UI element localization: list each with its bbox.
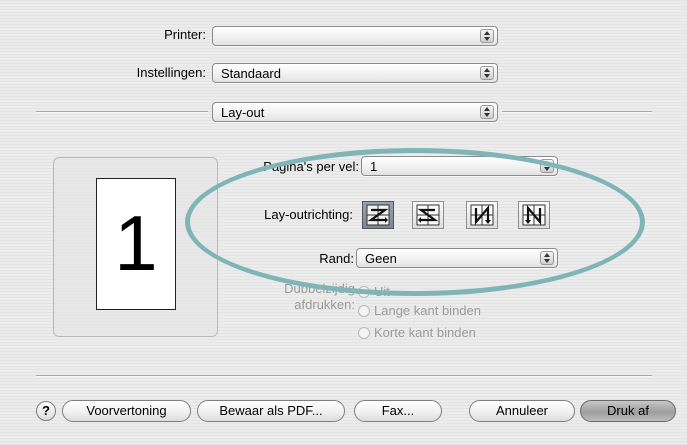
duplex-label-line2: afdrukken: bbox=[294, 297, 355, 312]
s-reverse-direction-icon bbox=[416, 204, 440, 226]
popup-arrows-icon bbox=[480, 105, 494, 119]
panel-value: Lay-out bbox=[221, 105, 265, 120]
fax-button[interactable]: Fax... bbox=[354, 400, 442, 422]
pages-per-sheet-label: Pagina's per vel: bbox=[263, 159, 359, 174]
settings-value: Standaard bbox=[221, 66, 281, 81]
n-reverse-direction-icon bbox=[470, 204, 494, 226]
cancel-button[interactable]: Annuleer bbox=[469, 400, 575, 422]
duplex-short-edge-radio[interactable] bbox=[358, 327, 370, 339]
printer-popup[interactable] bbox=[212, 26, 498, 46]
popup-arrows-icon bbox=[540, 251, 554, 265]
layout-direction-label: Lay-outrichting: bbox=[264, 207, 353, 222]
settings-popup[interactable]: Standaard bbox=[212, 63, 498, 83]
settings-label: Instellingen: bbox=[136, 65, 206, 80]
duplex-long-edge-label: Lange kant binden bbox=[374, 303, 481, 318]
printer-label: Printer: bbox=[164, 27, 206, 42]
pages-per-sheet-popup[interactable]: 1 bbox=[361, 156, 558, 176]
bottom-separator bbox=[36, 375, 652, 376]
duplex-short-edge-label: Korte kant binden bbox=[374, 325, 476, 340]
n-direction-icon bbox=[522, 204, 546, 226]
duplex-label-line1: Dubbelzijdig bbox=[284, 281, 355, 296]
border-label: Rand: bbox=[319, 251, 354, 266]
direction-z-button[interactable] bbox=[362, 201, 394, 229]
direction-n-reverse-button[interactable] bbox=[466, 201, 498, 229]
duplex-long-edge-radio[interactable] bbox=[358, 305, 370, 317]
separator-right bbox=[502, 111, 652, 112]
print-button[interactable]: Druk af bbox=[580, 400, 676, 422]
border-value: Geen bbox=[365, 251, 397, 266]
duplex-off-label: Uit bbox=[374, 284, 390, 299]
help-button[interactable]: ? bbox=[36, 401, 56, 421]
direction-n-button[interactable] bbox=[518, 201, 550, 229]
save-as-pdf-button[interactable]: Bewaar als PDF... bbox=[197, 400, 345, 422]
preview-page: 1 bbox=[96, 178, 176, 310]
border-popup[interactable]: Geen bbox=[356, 248, 558, 268]
direction-s-reverse-button[interactable] bbox=[412, 201, 444, 229]
panel-popup[interactable]: Lay-out bbox=[212, 102, 498, 122]
popup-arrows-icon bbox=[480, 29, 494, 43]
popup-arrows-icon bbox=[480, 66, 494, 80]
preview-page-number: 1 bbox=[114, 199, 158, 287]
duplex-off-radio[interactable] bbox=[358, 286, 370, 298]
separator-left bbox=[36, 111, 208, 112]
popup-arrows-icon bbox=[540, 159, 554, 173]
z-direction-icon bbox=[366, 204, 390, 226]
pages-per-sheet-value: 1 bbox=[370, 159, 378, 174]
preview-button[interactable]: Voorvertoning bbox=[62, 400, 191, 422]
